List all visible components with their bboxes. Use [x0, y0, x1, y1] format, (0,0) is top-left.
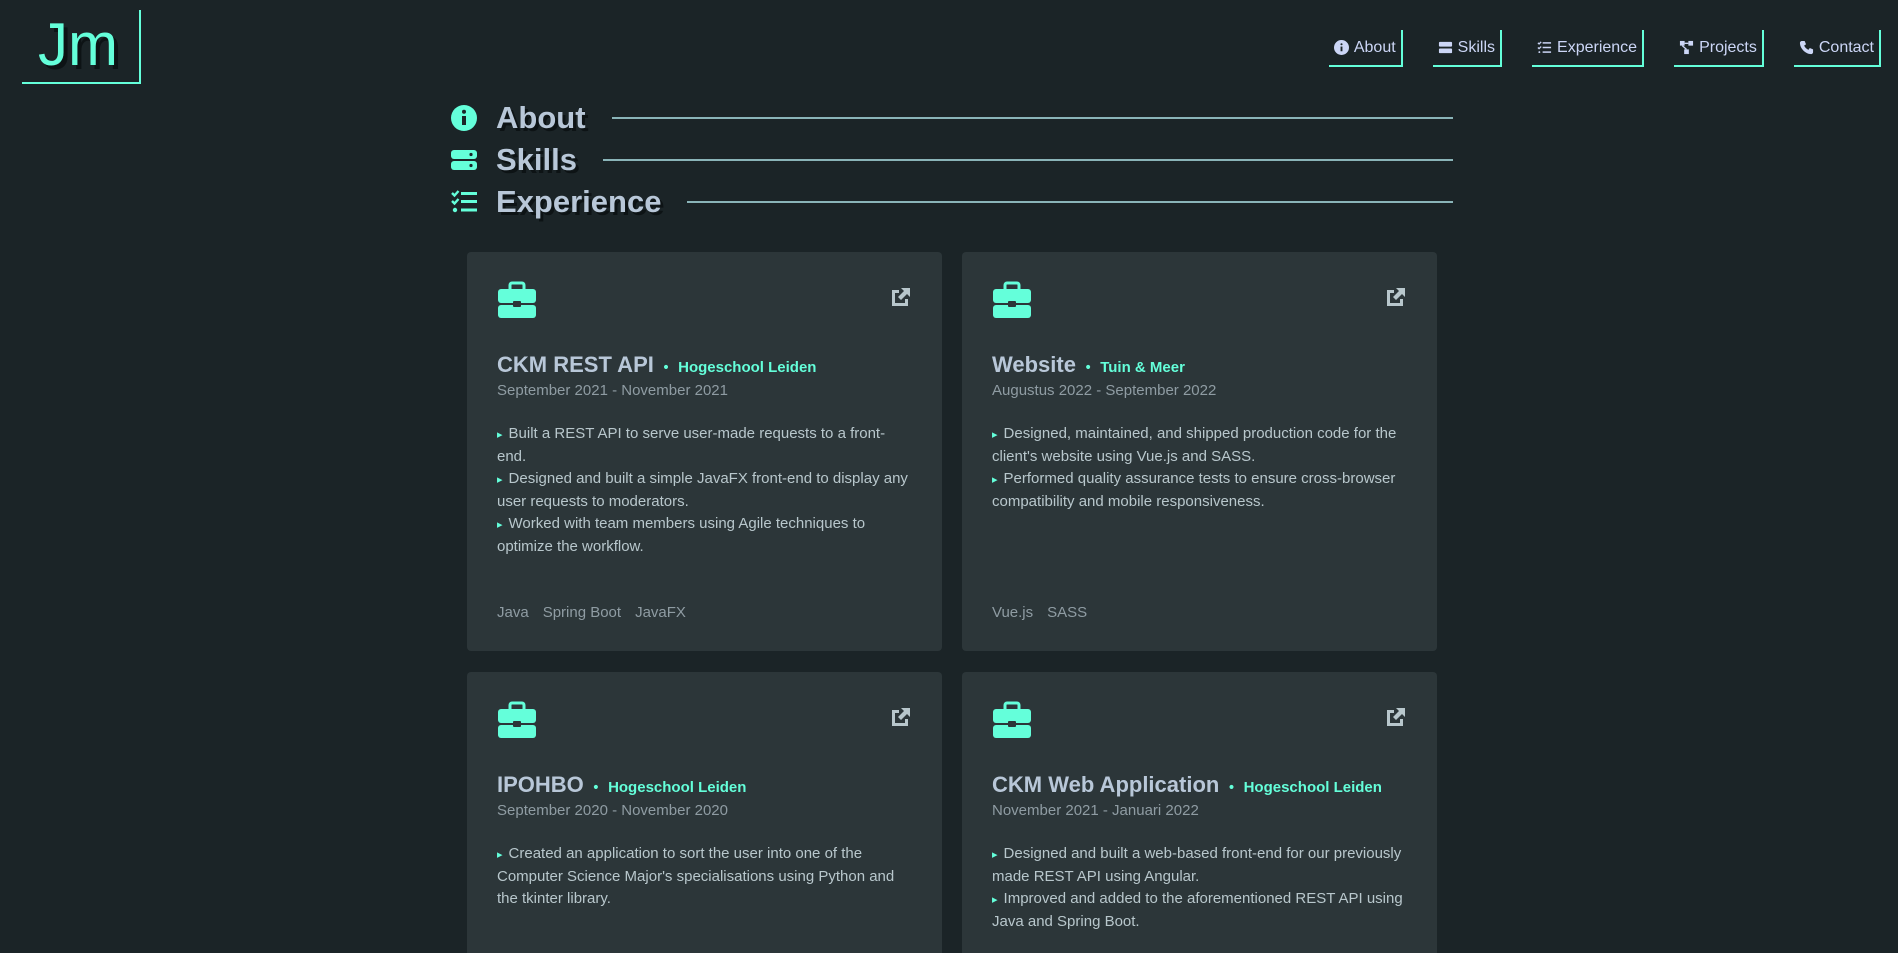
tech-tags: Vue.js SASS [992, 604, 1087, 621]
main-nav: About Skills Experience Projects Contact [1328, 30, 1881, 67]
job-bullets: Built a REST API to serve user-made requ… [497, 423, 912, 558]
nav-link-contact[interactable]: Contact [1793, 30, 1881, 67]
list-item: Improved and added to the aforementioned… [992, 888, 1407, 933]
section-divider [687, 201, 1453, 203]
experience-card[interactable]: CKM REST API • Hogeschool Leiden Septemb… [467, 252, 942, 651]
job-date: September 2020 - November 2020 [497, 802, 728, 819]
nav-label: Projects [1699, 38, 1757, 56]
job-date: Augustus 2022 - September 2022 [992, 382, 1217, 399]
experience-card[interactable]: IPOHBO • Hogeschool Leiden September 202… [467, 672, 942, 953]
list-item: Designed and built a simple JavaFX front… [497, 468, 912, 513]
tech-tag: JavaFX [635, 604, 686, 621]
section-title: Experience [496, 184, 662, 219]
server-icon [1438, 41, 1452, 54]
experience-card[interactable]: Website • Tuin & Meer Augustus 2022 - Se… [962, 252, 1437, 651]
list-item: Built a REST API to serve user-made requ… [497, 423, 912, 468]
experience-grid: CKM REST API • Hogeschool Leiden Septemb… [467, 252, 1438, 953]
list-item: Created an application to sort the user … [497, 843, 912, 910]
job-date: September 2021 - November 2021 [497, 382, 728, 399]
briefcase-icon [992, 700, 1032, 744]
nav-label: Skills [1457, 38, 1496, 56]
phone-icon [1799, 40, 1813, 55]
company-name[interactable]: Hogeschool Leiden [1244, 779, 1382, 796]
nav-link-projects[interactable]: Projects [1674, 30, 1764, 67]
briefcase-icon [497, 280, 537, 324]
tech-tag: Spring Boot [542, 604, 622, 621]
job-title: CKM Web Application [992, 772, 1220, 797]
external-link-icon[interactable] [888, 280, 912, 314]
briefcase-icon [992, 280, 1032, 324]
diagram-icon [1680, 40, 1694, 55]
info-circle-icon [1333, 40, 1349, 55]
external-link-icon[interactable] [1383, 280, 1407, 314]
list-item: Designed, maintained, and shipped produc… [992, 423, 1407, 468]
company-name[interactable]: Tuin & Meer [1100, 359, 1185, 376]
list-check-icon [1537, 41, 1552, 54]
job-bullets: Designed and built a web-based front-end… [992, 843, 1407, 933]
separator-dot: • [591, 780, 601, 796]
job-bullets: Created an application to sort the user … [497, 843, 912, 910]
job-title: Website [992, 352, 1076, 377]
nav-label: Contact [1818, 38, 1874, 56]
separator-dot: • [1227, 780, 1236, 796]
nav-link-skills[interactable]: Skills [1432, 30, 1503, 67]
tech-tags: Java Spring Boot JavaFX [497, 604, 686, 621]
list-item: Performed quality assurance tests to ens… [992, 468, 1407, 513]
nav-label: About [1353, 38, 1396, 56]
separator-dot: • [661, 360, 671, 376]
tech-tag: Vue.js [992, 604, 1034, 621]
list-item: Worked with team members using Agile tec… [497, 513, 912, 558]
section-heading-about: About [450, 98, 1453, 138]
section-heading-experience: Experience [450, 182, 1453, 222]
section-heading-skills: Skills [450, 140, 1453, 180]
external-link-icon[interactable] [888, 700, 912, 734]
nav-label: Experience [1557, 38, 1638, 56]
tech-tag: Java [497, 604, 529, 621]
section-divider [603, 159, 1453, 161]
section-title: Skills [496, 142, 577, 177]
section-divider [611, 117, 1453, 119]
info-circle-icon [450, 104, 478, 132]
list-check-icon [450, 188, 478, 216]
briefcase-icon [497, 700, 537, 744]
job-title: CKM REST API [497, 352, 654, 377]
server-icon [450, 146, 478, 174]
job-title: IPOHBO [497, 772, 584, 797]
nav-link-about[interactable]: About [1328, 30, 1403, 67]
separator-dot: • [1083, 360, 1093, 376]
tech-tag: SASS [1047, 604, 1088, 621]
experience-card[interactable]: CKM Web Application • Hogeschool Leiden … [962, 672, 1437, 953]
section-title: About [496, 100, 586, 135]
company-name[interactable]: Hogeschool Leiden [678, 359, 816, 376]
external-link-icon[interactable] [1383, 700, 1407, 734]
company-name[interactable]: Hogeschool Leiden [608, 779, 746, 796]
job-bullets: Designed, maintained, and shipped produc… [992, 423, 1407, 513]
nav-link-experience[interactable]: Experience [1532, 30, 1645, 67]
site-logo[interactable]: Jm [22, 10, 141, 84]
list-item: Designed and built a web-based front-end… [992, 843, 1407, 888]
job-date: November 2021 - Januari 2022 [992, 802, 1199, 819]
